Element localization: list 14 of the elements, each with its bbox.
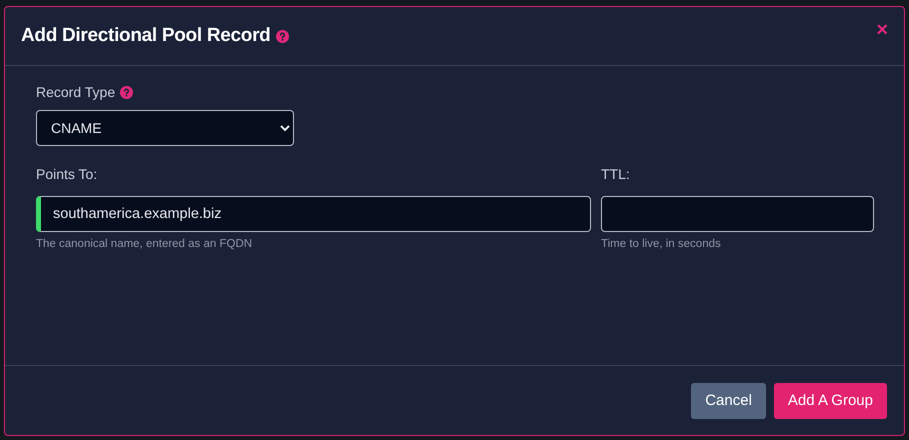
help-text: Time to live, in seconds — [601, 238, 722, 250]
input-field[interactable]: southamerica.example.biz — [36, 196, 591, 232]
cancel-button[interactable]: Cancel — [691, 382, 766, 418]
close-button[interactable]: × — [876, 19, 888, 42]
field-label: Points To: — [36, 166, 98, 182]
dialog-title: Add Directional Pool Record — [21, 25, 270, 47]
help-text: The canonical name, entered as an FQDN — [36, 238, 254, 250]
help-icon — [276, 30, 288, 42]
help-icon — [120, 86, 134, 98]
field-label: TTL: — [601, 166, 631, 182]
submit-button[interactable]: Add A Group — [774, 382, 887, 418]
field-label: Record Type — [36, 84, 116, 100]
record-type-select[interactable]: CNAME — [36, 110, 294, 146]
input-field[interactable] — [601, 196, 874, 232]
